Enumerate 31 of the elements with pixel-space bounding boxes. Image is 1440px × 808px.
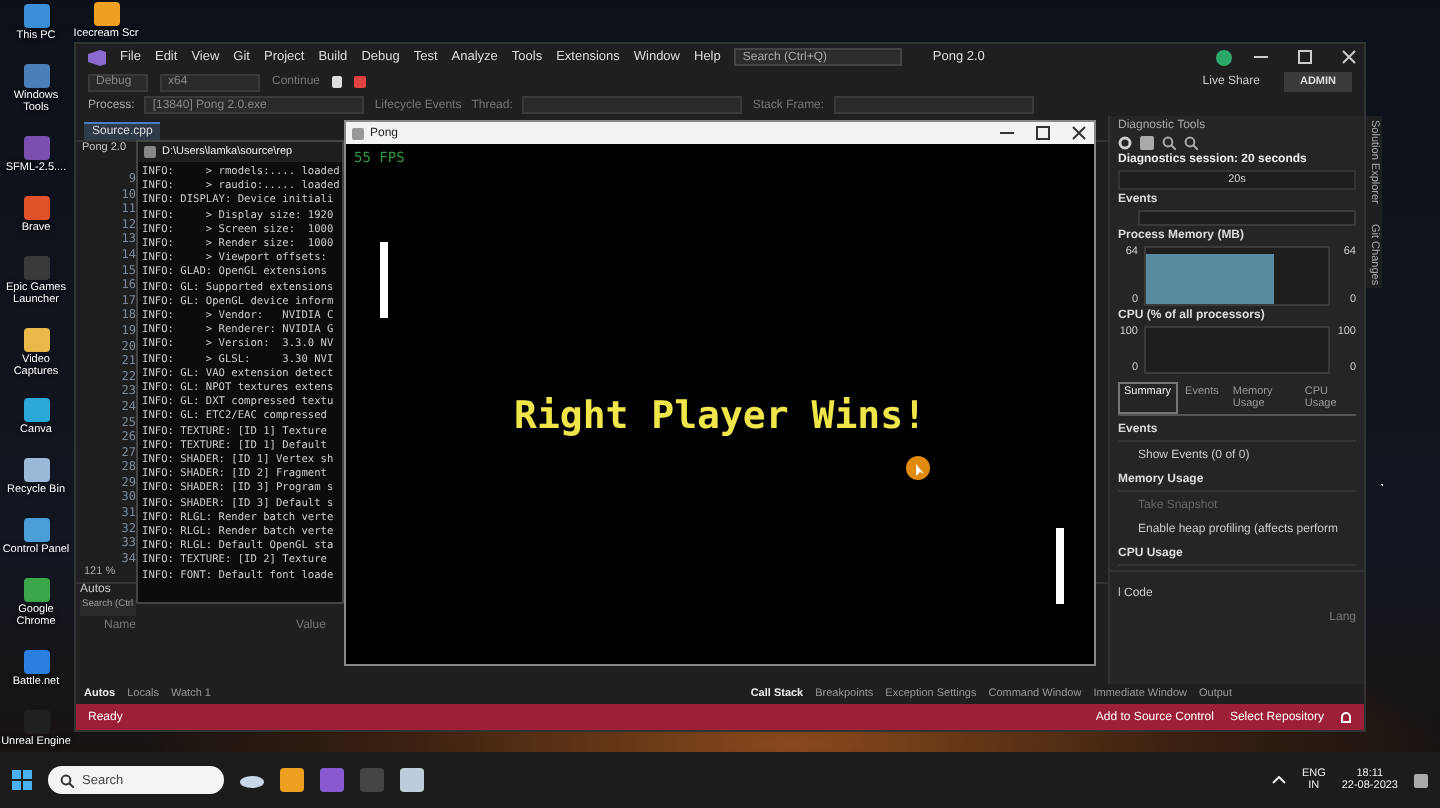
app-icon[interactable] bbox=[23, 4, 49, 28]
app-icon[interactable] bbox=[23, 458, 49, 483]
winner-message: Right Player Wins! bbox=[512, 394, 928, 438]
app-icon[interactable] bbox=[23, 650, 49, 675]
zoom-in-icon[interactable] bbox=[1162, 136, 1176, 150]
window-icon bbox=[352, 127, 364, 139]
stop-icon bbox=[354, 76, 367, 88]
minimize-icon[interactable] bbox=[1000, 126, 1014, 140]
app-icon[interactable] bbox=[23, 578, 49, 603]
chevron-up-icon[interactable] bbox=[1271, 776, 1286, 784]
settings-icon[interactable] bbox=[1118, 136, 1132, 150]
ide-logo-icon bbox=[88, 49, 106, 65]
cursor-icon bbox=[906, 456, 930, 480]
right-paddle bbox=[1056, 528, 1064, 604]
app-icon[interactable] bbox=[23, 327, 49, 352]
start-icon[interactable] bbox=[12, 770, 32, 790]
app-icon[interactable] bbox=[23, 398, 49, 423]
zoom-out-icon[interactable] bbox=[1184, 136, 1198, 150]
close-icon[interactable] bbox=[1072, 126, 1086, 140]
app-icon[interactable] bbox=[23, 63, 49, 88]
app-icon[interactable] bbox=[23, 518, 49, 543]
app-icon[interactable] bbox=[23, 195, 49, 220]
cloud-icon[interactable] bbox=[240, 772, 264, 788]
minimize-icon[interactable] bbox=[1254, 50, 1268, 64]
bell-icon[interactable] bbox=[1340, 711, 1352, 723]
app-icon[interactable] bbox=[93, 2, 119, 26]
maximize-icon[interactable] bbox=[1036, 126, 1050, 140]
avatar-icon bbox=[1216, 49, 1232, 65]
pause-icon bbox=[332, 76, 343, 88]
search-icon bbox=[60, 773, 74, 787]
left-paddle bbox=[380, 242, 388, 318]
